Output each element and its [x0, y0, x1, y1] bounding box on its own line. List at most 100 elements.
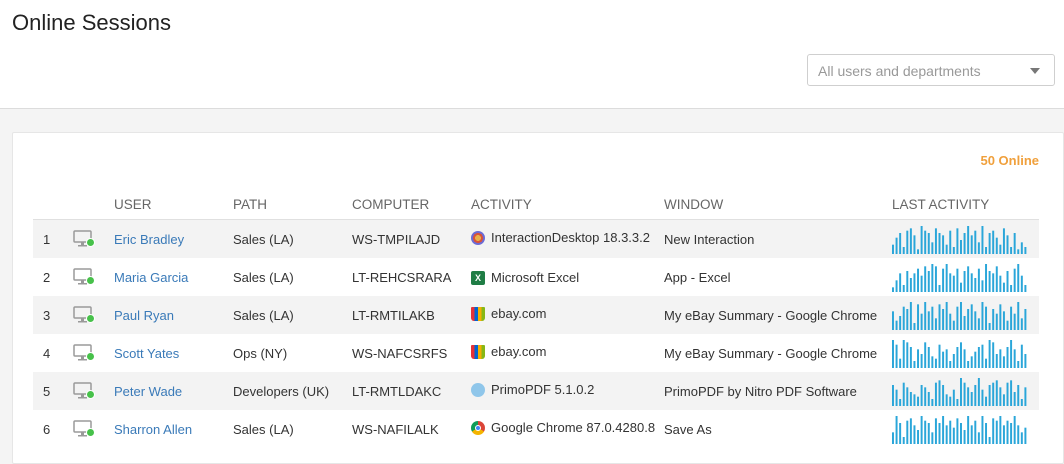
column-header-last-activity[interactable]: LAST ACTIVITY	[892, 190, 1039, 220]
table-row[interactable]: 2 Maria Garcia Sales (LA) LT-REHCSRARA X Micr…	[33, 258, 1039, 296]
sparkline-bar	[995, 420, 998, 444]
table-row[interactable]: 4 Scott Yates Ops (NY) WS-NAFCSRFS ebay.com M…	[33, 334, 1039, 372]
sparkline-bar	[902, 437, 905, 444]
sparkline-bar	[913, 394, 916, 406]
sparkline-bar	[949, 396, 952, 406]
sparkline-bar	[974, 278, 977, 292]
sparkline-bar	[999, 349, 1002, 368]
sparkline-bar	[1010, 340, 1013, 368]
sparkline-bar	[895, 320, 898, 330]
sparkline-bar	[992, 342, 995, 368]
sparkline-bar	[977, 318, 980, 330]
sparkline-bar	[1010, 285, 1013, 292]
sparkline-bar	[977, 347, 980, 368]
window-cell: App - Excel	[664, 269, 731, 285]
table-row[interactable]: 3 Paul Ryan Sales (LA) LT-RMTILAKB ebay.com M…	[33, 296, 1039, 334]
sparkline-bar	[1020, 344, 1023, 368]
sparkline-bar	[981, 280, 984, 292]
sparkline-bar	[977, 432, 980, 444]
sparkline-bar	[1020, 242, 1023, 254]
sparkline-bar	[1020, 318, 1023, 330]
table-row[interactable]: 1 Eric Bradley Sales (LA) WS-TMPILAJD Intera…	[33, 219, 1039, 258]
user-link[interactable]: Eric Bradley	[114, 232, 184, 247]
sparkline-bar	[920, 226, 923, 254]
sparkline-bar	[938, 233, 941, 254]
column-header-path[interactable]: PATH	[233, 190, 352, 220]
sparkline-bar	[956, 306, 959, 330]
sparkline-bar	[1013, 233, 1016, 254]
sparkline-bar	[895, 344, 898, 368]
sparkline-bar	[1013, 313, 1016, 330]
activity-label: InteractionDesktop 18.3.3.2	[491, 230, 650, 246]
monitor-online-icon	[73, 268, 95, 286]
column-header-user[interactable]: USER	[114, 190, 233, 220]
sparkline-bar	[917, 430, 920, 444]
sparkline-bar	[892, 432, 894, 444]
sparkline-bar	[906, 342, 909, 368]
sparkline-bar	[999, 244, 1002, 254]
sparkline-bar	[934, 318, 937, 330]
sparkline-bar	[967, 416, 970, 444]
computer-status-cell	[73, 410, 114, 448]
sparkline-bar	[952, 320, 955, 330]
sparkline-bar	[920, 354, 923, 368]
sparkline-bar	[960, 423, 962, 444]
sparkline-bar	[924, 266, 927, 292]
user-link[interactable]: Peter Wade	[114, 384, 182, 399]
sparkline-bar	[967, 226, 970, 254]
sparkline-bar	[981, 344, 984, 368]
sparkline-bar	[917, 304, 920, 330]
user-link[interactable]: Sharron Allen	[114, 422, 192, 437]
last-activity-sparkline-cell	[892, 258, 1039, 296]
table-row[interactable]: 6 Sharron Allen Sales (LA) WS-NAFILALK Googl…	[33, 410, 1039, 448]
sparkline-bar	[892, 244, 894, 254]
sparkline-bar	[988, 271, 991, 292]
department-filter-dropdown[interactable]: All users and departments	[807, 54, 1055, 86]
sparkline-bar	[931, 432, 934, 444]
sparkline-bar	[906, 271, 909, 292]
sparkline-bar	[970, 235, 973, 254]
sparkline-bar	[963, 382, 966, 406]
user-link[interactable]: Paul Ryan	[114, 308, 174, 323]
row-number: 5	[33, 372, 73, 410]
window-cell: PrimoPDF by Nitro PDF Software	[664, 372, 892, 410]
sparkline-bar	[949, 230, 952, 254]
sparkline-bar	[934, 358, 937, 368]
user-link[interactable]: Scott Yates	[114, 346, 179, 361]
sparkline-bar	[1010, 247, 1013, 254]
sparkline-bar	[895, 280, 898, 292]
user-link[interactable]: Maria Garcia	[114, 270, 188, 285]
monitor-online-icon	[73, 230, 95, 248]
sparkline-bar	[949, 273, 952, 292]
sparkline-bar	[1017, 249, 1020, 254]
computer-cell: LT-RMTLDAKC	[352, 372, 471, 410]
window-cell: New Interaction	[664, 219, 892, 258]
row-number: 4	[43, 345, 51, 361]
sparkline-bar	[913, 235, 916, 254]
sparkline-bar	[899, 423, 902, 444]
column-header-activity[interactable]: ACTIVITY	[471, 190, 664, 220]
column-header-computer[interactable]: COMPUTER	[352, 190, 471, 220]
sparkline-bar	[963, 271, 966, 292]
last-activity-sparkline	[892, 264, 1027, 292]
computer-cell: WS-TMPILAJD	[352, 219, 471, 258]
row-number: 1	[33, 219, 73, 258]
sparkline-bar	[977, 378, 980, 406]
sparkline-bar	[1024, 285, 1027, 292]
ebay-icon	[471, 344, 485, 359]
activity-cell: X Microsoft Excel	[471, 258, 664, 296]
table-row[interactable]: 5 Peter Wade Developers (UK) LT-RMTLDAKC Pri…	[33, 372, 1039, 410]
sparkline-bar	[906, 230, 909, 254]
row-number: 3	[33, 296, 73, 334]
last-activity-sparkline-cell	[892, 372, 1039, 410]
sparkline-bar	[985, 423, 988, 444]
sparkline-bar	[1020, 399, 1023, 406]
department-filter-placeholder: All users and departments	[818, 63, 981, 79]
sparkline-bar	[1006, 420, 1009, 444]
activity-label: Microsoft Excel	[491, 270, 580, 286]
activity-label: ebay.com	[491, 306, 547, 322]
sparkline-bar	[902, 285, 905, 292]
column-header-window[interactable]: WINDOW	[664, 190, 892, 220]
sparkline-bar	[981, 416, 984, 444]
window-cell: Save As	[664, 421, 712, 437]
